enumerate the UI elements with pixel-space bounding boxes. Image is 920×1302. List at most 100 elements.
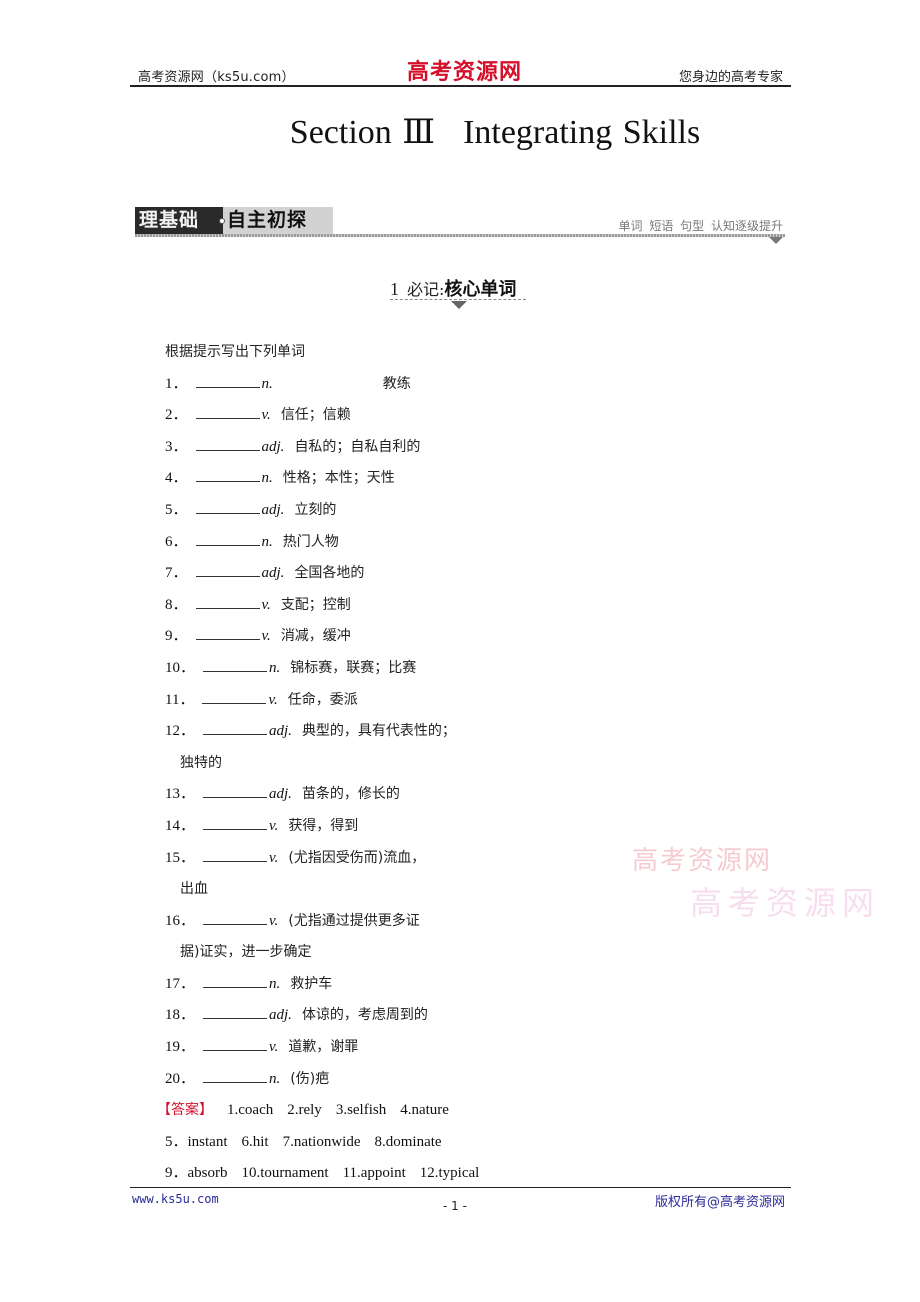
- answer-blank: [195, 465, 260, 483]
- answer-word: 8.dominate: [374, 1133, 442, 1150]
- vocab-item: 11． v. 任命，委派: [165, 685, 625, 717]
- meaning: 信任；信赖: [280, 407, 351, 424]
- banner-dark-label: 理基础: [135, 207, 223, 234]
- vocabulary-list: 1． n. 教练 2． v. 信任；信赖 3． adj. 自私的；自私自利的 4． n. 性格；本性；…: [165, 369, 625, 1096]
- answer-block: 【答案】 1.coach 2.rely 3.selfish 4.nature 5．inst…: [157, 1095, 625, 1190]
- vocab-item: 19． v. 道歉，谢罪: [165, 1032, 625, 1064]
- item-number: 3．: [165, 438, 188, 455]
- meaning: 立刻的: [294, 501, 337, 518]
- vocab-item: 5． adj. 立刻的: [165, 495, 625, 527]
- banner-divider: [135, 234, 785, 237]
- banner-light-label: 自主初探: [223, 207, 333, 234]
- answer-blank: [203, 1002, 268, 1020]
- banner-tagline: 单词 短语 句型 认知逐级提升: [618, 219, 783, 233]
- vocabulary-exercise: 根据提示写出下列单词 1． n. 教练 2． v. 信任；信赖 3． adj. 自私的；自私自利…: [157, 337, 625, 1190]
- header-site-name: 高考资源网（ks5u.com）: [138, 70, 295, 85]
- header-divider: [130, 85, 791, 87]
- banner-dot-icon: [219, 218, 225, 224]
- answer-blank: [203, 1034, 268, 1052]
- item-number: 6．: [165, 533, 188, 550]
- footer-website: www.ks5u.com: [132, 1192, 219, 1206]
- answer-word: 5．instant: [165, 1133, 228, 1150]
- vocab-item: 3． adj. 自私的；自私自利的: [165, 432, 625, 464]
- vocab-item: 7． adj. 全国各地的: [165, 558, 625, 590]
- subheading: 1 必记:核心单词: [390, 275, 516, 301]
- item-number: 17．: [165, 975, 196, 992]
- answer-word: 9．absorb: [165, 1165, 228, 1182]
- vocab-item: 2． v. 信任；信赖: [165, 400, 625, 432]
- item-number: 15．: [165, 849, 196, 866]
- part-of-speech: v.: [261, 628, 271, 645]
- page-title: Section Ⅲ Integrating Skills: [0, 112, 920, 152]
- watermark: 高考资源网: [690, 884, 881, 922]
- item-number: 20．: [165, 1070, 196, 1087]
- section-banner: 理基础 自主初探 单词 短语 句型 认知逐级提升: [135, 207, 785, 245]
- title-topic: Integrating Skills: [463, 114, 701, 151]
- part-of-speech: v.: [261, 407, 271, 424]
- triangle-down-icon: [451, 301, 467, 309]
- item-number: 4．: [165, 470, 188, 487]
- part-of-speech: v.: [261, 596, 271, 613]
- answer-blank: [195, 592, 260, 609]
- answer-blank: [203, 655, 268, 672]
- answer-word: 11.appoint: [342, 1165, 406, 1182]
- vocab-item: 1． n. 教练: [165, 369, 625, 401]
- meaning: (伤)疤: [290, 1070, 330, 1087]
- answer-word: 2.rely: [287, 1102, 322, 1119]
- meaning: 自私的；自私自利的: [294, 438, 421, 455]
- instruction: 根据提示写出下列单词: [165, 344, 305, 360]
- part-of-speech: n.: [261, 533, 273, 550]
- meaning: 支配；控制: [280, 596, 351, 613]
- watermark: 高考资源网: [632, 846, 773, 876]
- answer-line: 【答案】 1.coach 2.rely 3.selfish 4.nature: [157, 1095, 625, 1127]
- item-number: 2．: [165, 407, 188, 424]
- item-number: 12．: [165, 723, 196, 740]
- item-number: 9．: [165, 628, 188, 645]
- meaning-continued: 独特的: [180, 754, 222, 771]
- meaning: (尤指因受伤而)流血，: [288, 849, 426, 866]
- part-of-speech: v.: [269, 912, 279, 929]
- meaning: (尤指通过提供更多证: [288, 912, 420, 929]
- answer-word: 1.coach: [227, 1102, 274, 1119]
- footer-copyright: 版权所有@高考资源网: [654, 1195, 785, 1210]
- vocab-item: 4． n. 性格；本性；天性: [165, 463, 625, 495]
- item-number: 18．: [165, 1007, 196, 1024]
- vocab-item: 10． n. 锦标赛，联赛；比赛: [165, 653, 625, 685]
- meaning: 典型的，具有代表性的；: [301, 723, 456, 740]
- item-number: 5．: [165, 501, 188, 518]
- item-number: 1．: [165, 375, 188, 392]
- item-number: 16．: [165, 912, 196, 929]
- answer-word: 7.nationwide: [282, 1133, 361, 1150]
- answer-word: 4.nature: [400, 1102, 449, 1119]
- meaning: 道歉，谢罪: [288, 1039, 359, 1056]
- answer-blank: [195, 402, 260, 420]
- subheading-title: 核心单词: [444, 279, 517, 300]
- vocab-item: 13． adj. 苗条的，修长的: [165, 779, 625, 811]
- meaning-continued: 出血: [180, 881, 208, 898]
- answer-tag: 【答案】: [157, 1102, 213, 1119]
- answer-blank: [195, 434, 260, 451]
- subheading-dashed-rule: [390, 299, 526, 300]
- triangle-down-icon: [769, 237, 783, 244]
- part-of-speech: v.: [268, 691, 278, 708]
- vocab-item: 17． n. 救护车: [165, 969, 625, 1001]
- part-of-speech: v.: [269, 849, 279, 866]
- vocab-item: 9． v. 消减，缓冲: [165, 621, 625, 653]
- item-number: 10．: [165, 659, 196, 676]
- footer-divider: [130, 1187, 791, 1188]
- answer-blank: [203, 781, 268, 799]
- vocab-item: 16． v. (尤指通过提供更多证: [165, 906, 625, 938]
- part-of-speech: adj.: [261, 565, 285, 582]
- vocab-item: 20． n. (伤)疤: [165, 1064, 625, 1096]
- part-of-speech: adj.: [261, 438, 285, 455]
- vocab-item: 18． adj. 体谅的，考虑周到的: [165, 1000, 625, 1032]
- answer-blank: [202, 687, 267, 704]
- part-of-speech: n.: [261, 470, 273, 487]
- answer-blank: [195, 560, 260, 578]
- answer-blank: [195, 623, 260, 641]
- answer-blank: [195, 371, 260, 388]
- subheading-number: 1: [390, 279, 399, 299]
- answer-blank: [203, 908, 268, 925]
- meaning: 热门人物: [282, 533, 339, 550]
- part-of-speech: v.: [269, 1039, 279, 1056]
